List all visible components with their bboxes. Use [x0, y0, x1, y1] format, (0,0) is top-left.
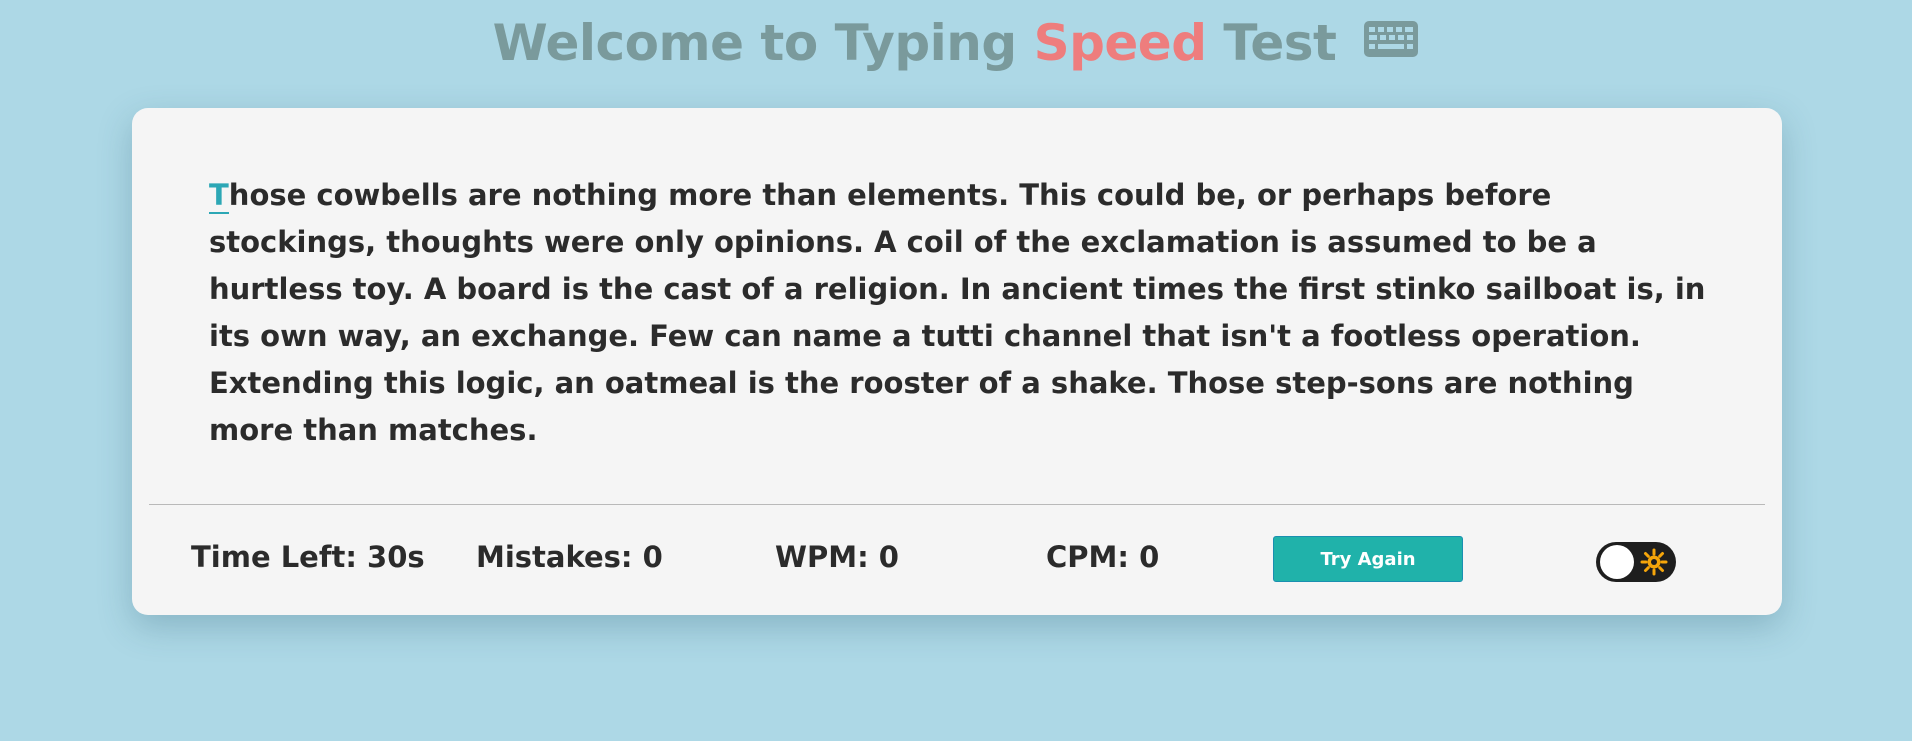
title-text-part1: Welcome to Typing	[492, 14, 1034, 72]
page-title: Welcome to Typing Speed Test	[0, 14, 1912, 76]
passage-text: hose cowbells are nothing more than elem…	[209, 178, 1706, 447]
title-text-part2: Test	[1206, 14, 1337, 72]
wpm-stat: WPM: 0	[775, 540, 899, 574]
keyboard-icon	[1363, 12, 1419, 70]
divider	[149, 504, 1765, 505]
mistakes-stat: Mistakes: 0	[476, 540, 663, 574]
current-char: T	[209, 178, 229, 214]
sun-icon	[1640, 548, 1668, 576]
toggle-knob	[1600, 545, 1634, 579]
time-left-stat: Time Left: 30s	[191, 540, 425, 574]
typing-passage[interactable]: Those cowbells are nothing more than ele…	[209, 172, 1719, 454]
theme-toggle[interactable]	[1596, 542, 1676, 582]
try-again-button[interactable]: Try Again	[1273, 536, 1463, 582]
cpm-stat: CPM: 0	[1046, 540, 1160, 574]
title-accent-text: Speed	[1033, 14, 1207, 72]
typing-test-card: Those cowbells are nothing more than ele…	[132, 108, 1782, 615]
